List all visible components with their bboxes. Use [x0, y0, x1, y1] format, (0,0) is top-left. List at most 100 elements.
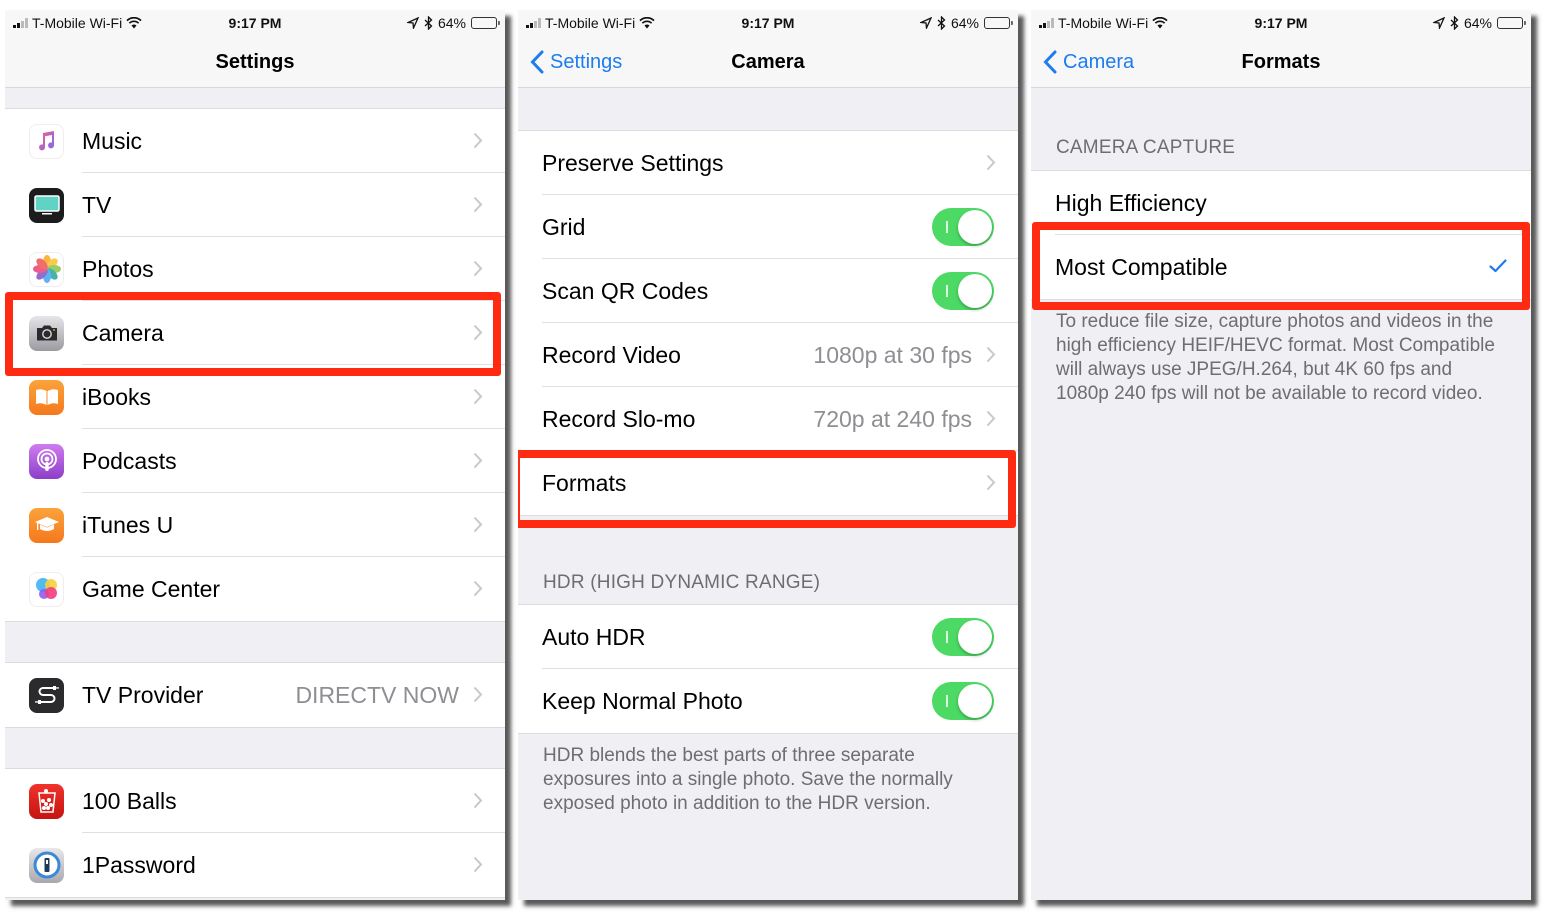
settings-item-100-balls[interactable]: 100 Balls — [5, 769, 505, 833]
status-right: 64% — [1432, 15, 1526, 31]
settings-item-label: iBooks — [82, 383, 152, 410]
settings-item-ibooks[interactable]: iBooks — [5, 365, 505, 429]
settings-item-label: Game Center — [82, 575, 221, 602]
bluetooth-icon — [424, 16, 433, 30]
location-arrow-icon — [1432, 17, 1445, 29]
settings-item-label: Camera — [82, 319, 164, 346]
chevron-right-icon — [473, 792, 483, 814]
settings-screen: T-Mobile Wi-Fi 9:17 PM 64% Settings Music … — [5, 10, 505, 900]
settings-item-1password[interactable]: 1Password — [5, 833, 505, 897]
settings-group-apple-apps: Music TV Photos Camera iBooks Podcasts i… — [5, 108, 505, 622]
page-title: Settings — [215, 51, 295, 73]
location-arrow-icon — [406, 17, 419, 29]
status-right: 64% — [919, 15, 1013, 31]
chevron-right-icon — [473, 516, 483, 538]
grid-toggle[interactable] — [932, 208, 994, 246]
chevron-right-icon — [473, 452, 483, 474]
option-label: High Efficiency — [1055, 189, 1207, 216]
podcasts-icon — [29, 443, 64, 479]
auto-hdr-toggle[interactable] — [932, 618, 994, 656]
scan-qr-codes-row: Scan QR Codes — [518, 259, 1018, 323]
bluetooth-icon — [937, 16, 946, 30]
chevron-right-icon — [473, 324, 483, 346]
row-label: Keep Normal Photo — [542, 687, 743, 714]
settings-item-label: iTunes U — [82, 511, 174, 538]
page-title: Camera — [731, 51, 805, 73]
settings-item-tv[interactable]: TV — [5, 173, 505, 237]
chevron-right-icon — [473, 686, 483, 708]
preserve-settings-row[interactable]: Preserve Settings — [518, 131, 1018, 195]
scan-qr-codes-toggle[interactable] — [932, 272, 994, 310]
settings-group-third-party-apps: 100 Balls 1Password — [5, 768, 505, 898]
formats-screen: T-Mobile Wi-Fi 9:17 PM 64% Camera Formats … — [1031, 10, 1531, 900]
record-video-row[interactable]: Record Video 1080p at 30 fps — [518, 323, 1018, 387]
chevron-right-icon — [473, 580, 483, 602]
chevron-right-icon — [473, 196, 483, 218]
navigation-bar: Settings — [5, 38, 505, 88]
page-title: Formats — [1241, 51, 1321, 73]
checkmark-icon — [1489, 259, 1507, 278]
battery-icon — [984, 17, 1013, 29]
camera-settings-group: Preserve Settings Grid Scan QR Codes Rec… — [518, 130, 1018, 516]
chevron-right-icon — [986, 474, 996, 496]
option-high-efficiency[interactable]: High Efficiency — [1031, 171, 1531, 235]
battery-icon — [471, 17, 500, 29]
settings-item-tv-provider[interactable]: TV Provider DIRECTV NOW — [5, 663, 505, 727]
battery-percent: 64% — [437, 15, 466, 31]
camera-capture-section-header: CAMERA CAPTURE — [1056, 137, 1236, 158]
settings-item-label: Podcasts — [82, 447, 177, 474]
camera-capture-options: High Efficiency Most Compatible — [1031, 170, 1531, 300]
option-most-compatible[interactable]: Most Compatible — [1031, 235, 1531, 299]
chevron-right-icon — [986, 154, 996, 176]
hdr-footnote: HDR blends the best parts of three separ… — [543, 745, 953, 814]
settings-item-photos[interactable]: Photos — [5, 237, 505, 301]
settings-item-label: Music — [82, 127, 143, 154]
1password-icon — [29, 847, 64, 883]
row-label: Preserve Settings — [542, 149, 724, 176]
row-label: Record Video — [542, 341, 681, 368]
chevron-right-icon — [473, 388, 483, 410]
game-center-icon — [29, 571, 64, 607]
formats-row[interactable]: Formats — [518, 451, 1018, 515]
photos-icon — [29, 251, 64, 287]
status-right: 64% — [406, 15, 500, 31]
hdr-settings-group: Auto HDR Keep Normal Photo — [518, 604, 1018, 734]
row-label: Scan QR Codes — [542, 277, 709, 304]
row-label: Record Slo-mo — [542, 405, 696, 432]
auto-hdr-row: Auto HDR — [518, 605, 1018, 669]
grid-row: Grid — [518, 195, 1018, 259]
formats-footnote: To reduce file size, capture photos and … — [1056, 311, 1495, 404]
location-arrow-icon — [919, 17, 932, 29]
settings-item-itunes-u[interactable]: iTunes U — [5, 493, 505, 557]
row-label: Grid — [542, 213, 586, 240]
settings-item-label: 1Password — [82, 851, 196, 878]
chevron-right-icon — [986, 346, 996, 368]
settings-item-label: Photos — [82, 255, 154, 282]
chevron-right-icon — [473, 132, 483, 154]
bluetooth-icon — [1450, 16, 1459, 30]
tv-provider-icon — [29, 677, 64, 713]
hdr-section-header: HDR (HIGH DYNAMIC RANGE) — [543, 572, 821, 593]
row-label: Formats — [542, 469, 627, 496]
settings-item-label: TV — [82, 191, 112, 218]
ibooks-icon — [29, 379, 64, 415]
chevron-right-icon — [986, 410, 996, 432]
settings-item-music[interactable]: Music — [5, 109, 505, 173]
record-video-value: 1080p at 30 fps — [813, 341, 972, 368]
chevron-right-icon — [473, 856, 483, 878]
status-bar: T-Mobile Wi-Fi 9:17 PM 64% — [518, 10, 1018, 38]
tv-provider-value: DIRECTV NOW — [295, 681, 459, 708]
record-slo-mo-row[interactable]: Record Slo-mo 720p at 240 fps — [518, 387, 1018, 451]
settings-item-game-center[interactable]: Game Center — [5, 557, 505, 621]
record-slo-mo-value: 720p at 240 fps — [813, 405, 972, 432]
keep-normal-photo-toggle[interactable] — [932, 682, 994, 720]
navigation-bar: Camera Formats — [1031, 38, 1531, 88]
settings-item-podcasts[interactable]: Podcasts — [5, 429, 505, 493]
row-label: Auto HDR — [542, 623, 646, 650]
navigation-bar: Settings Camera — [518, 38, 1018, 88]
battery-percent: 64% — [1463, 15, 1492, 31]
settings-item-camera[interactable]: Camera — [5, 301, 505, 365]
keep-normal-photo-row: Keep Normal Photo — [518, 669, 1018, 733]
settings-item-label: 100 Balls — [82, 787, 177, 814]
status-bar: T-Mobile Wi-Fi 9:17 PM 64% — [1031, 10, 1531, 38]
